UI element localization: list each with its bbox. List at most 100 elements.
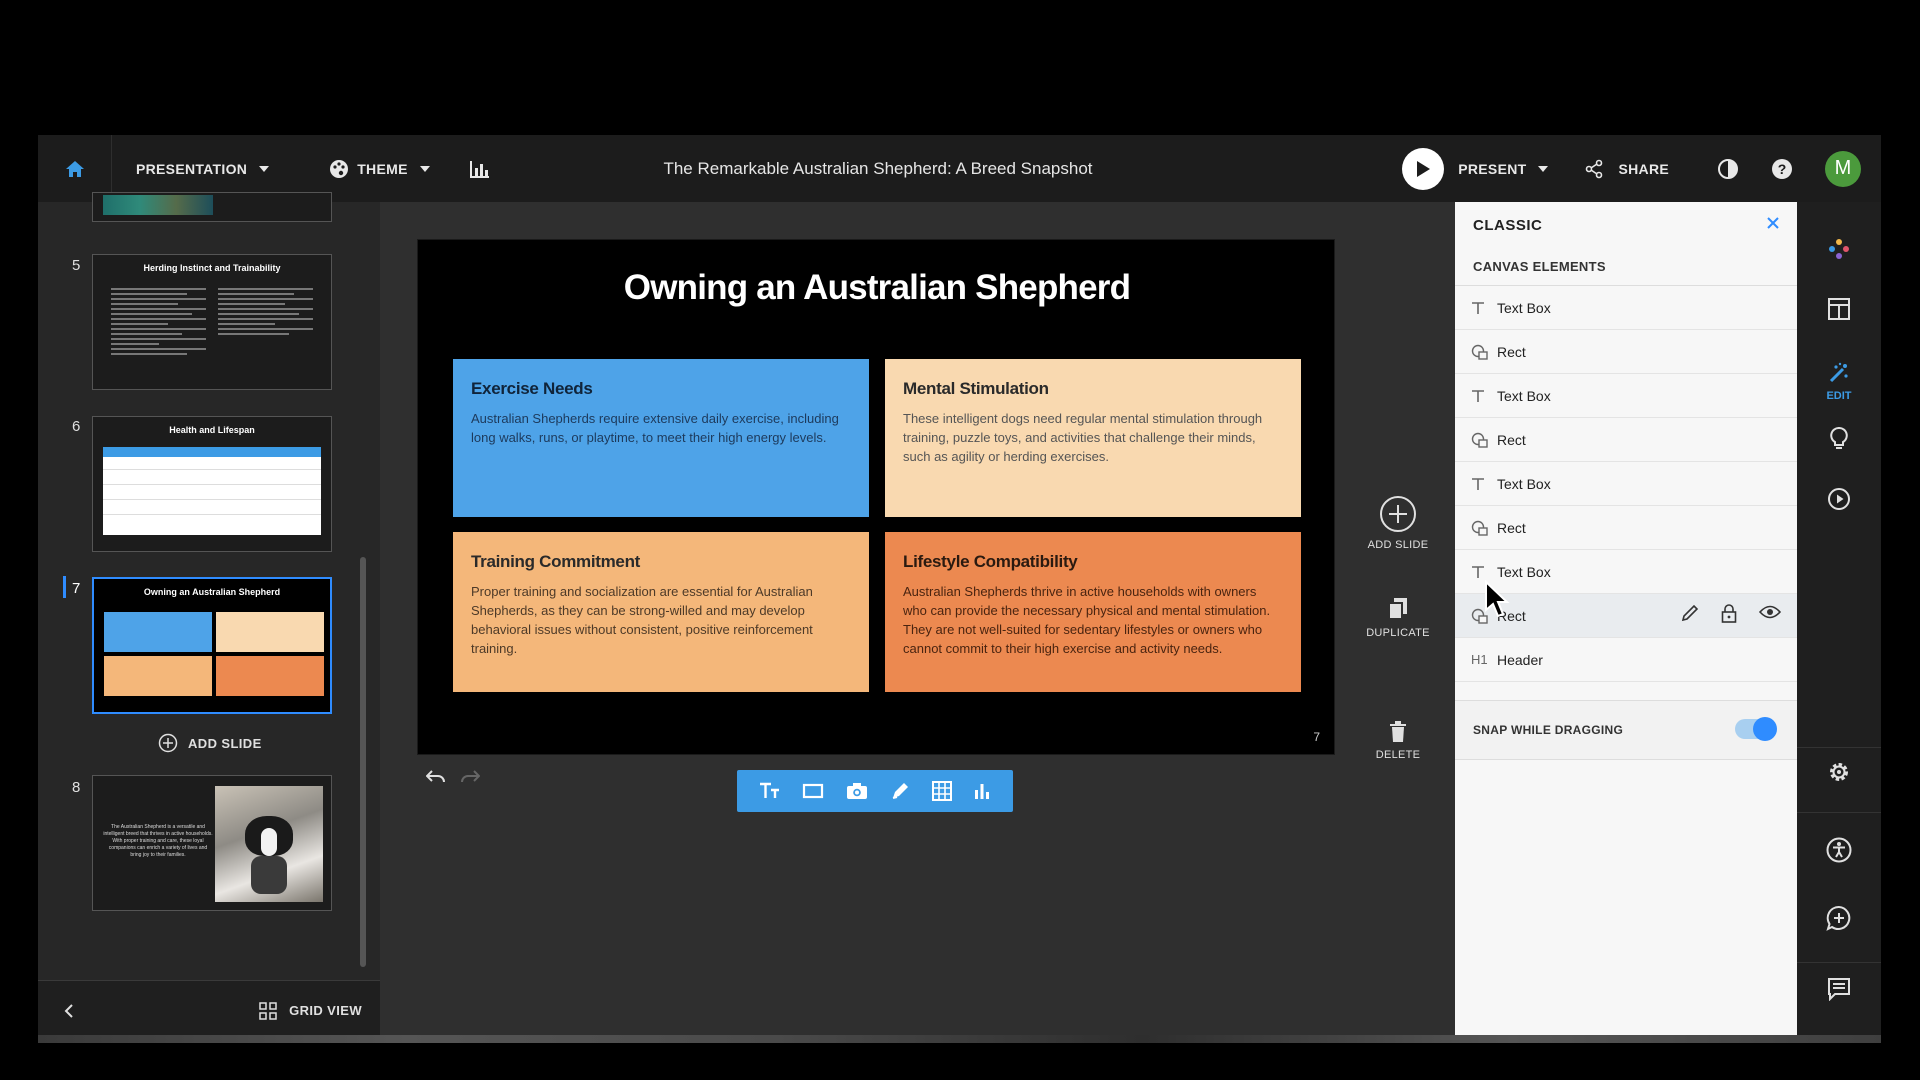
camera-icon[interactable]: [846, 782, 868, 800]
element-label: Text Box: [1497, 475, 1551, 492]
slide-thumbnail-text: [218, 285, 313, 338]
notes-button[interactable]: [1797, 977, 1881, 1001]
eye-icon[interactable]: [1759, 604, 1781, 620]
close-icon[interactable]: [1765, 215, 1781, 231]
palette-icon: [330, 159, 349, 178]
rectangle-icon[interactable]: [802, 783, 824, 799]
element-type-icon: [1471, 520, 1497, 536]
slide-number: 8: [72, 779, 81, 796]
slide-panel-scrollbar[interactable]: [360, 557, 366, 967]
element-type-icon: [1471, 389, 1497, 403]
settings-button[interactable]: [1797, 760, 1881, 784]
pencil-icon[interactable]: [1681, 604, 1699, 622]
element-type-icon: [1471, 477, 1497, 491]
trash-icon: [1390, 721, 1406, 742]
snap-while-dragging-row: SNAP WHILE DRAGGING: [1455, 700, 1797, 760]
ideas-button[interactable]: [1797, 427, 1881, 451]
home-icon: [65, 160, 84, 177]
slide-thumbnail-card: [216, 656, 324, 696]
slide-title[interactable]: Owning an Australian Shepherd: [418, 268, 1336, 308]
slide-page-number: 7: [1313, 730, 1320, 744]
layout-icon: [1828, 298, 1850, 320]
add-comment-button[interactable]: [1797, 905, 1881, 931]
element-type-icon: H1: [1471, 652, 1497, 667]
grid-icon: [259, 1001, 277, 1020]
element-label: Text Box: [1497, 563, 1551, 580]
presentation-menu[interactable]: PRESENTATION: [136, 160, 270, 177]
canvas-element-row[interactable]: Rect: [1455, 418, 1797, 462]
plus-circle-icon: [1380, 496, 1416, 532]
present-menu[interactable]: PRESENT: [1458, 160, 1549, 177]
undo-icon[interactable]: [426, 770, 446, 784]
shape-icon: [1471, 432, 1488, 448]
card-lifestyle-compatibility[interactable]: Lifestyle Compatibility Australian Sheph…: [885, 532, 1301, 692]
redo-icon[interactable]: [460, 770, 480, 784]
present-play-button[interactable]: [1402, 147, 1445, 190]
add-slide-label: ADD SLIDE: [188, 735, 262, 751]
delete-button[interactable]: DELETE: [1350, 721, 1446, 761]
slide-canvas[interactable]: Owning an Australian Shepherd Exercise N…: [417, 239, 1335, 755]
grid-view-label: GRID VIEW: [289, 1003, 362, 1018]
canvas-element-row[interactable]: Rect: [1455, 330, 1797, 374]
slide-thumbnail-4[interactable]: [92, 192, 332, 222]
slide-thumbnail-text: [111, 285, 206, 358]
toggle-knob: [1753, 717, 1777, 741]
text-icon[interactable]: [759, 782, 781, 800]
collapse-panel-icon[interactable]: [64, 1003, 74, 1018]
grid-view-button[interactable]: GRID VIEW: [259, 1001, 362, 1020]
canvas-element-row[interactable]: Text Box: [1455, 286, 1797, 330]
slide-thumbnail-6[interactable]: Health and Lifespan: [92, 416, 332, 552]
slide-thumbnail-title: Herding Instinct and Trainability: [143, 263, 281, 273]
card-mental-stimulation[interactable]: Mental Stimulation These intelligent dog…: [885, 359, 1301, 517]
element-type-icon: [1471, 565, 1497, 579]
sparkle-dots-icon: [1829, 239, 1849, 259]
element-label: Text Box: [1497, 387, 1551, 404]
element-type-icon: [1471, 301, 1497, 315]
theme-menu[interactable]: THEME: [329, 159, 430, 179]
lock-icon[interactable]: [1721, 604, 1737, 624]
pen-icon[interactable]: [890, 781, 910, 801]
theme-menu-label: THEME: [357, 160, 408, 177]
accessibility-button[interactable]: [1797, 837, 1881, 863]
slide-thumbnail-5[interactable]: Herding Instinct and Trainability: [92, 254, 332, 390]
canvas-element-row[interactable]: Rect: [1455, 506, 1797, 550]
chevron-down-icon: [259, 165, 270, 172]
chart-icon[interactable]: [973, 782, 991, 800]
panel-title: CLASSIC: [1473, 216, 1543, 234]
card-title: Lifestyle Compatibility: [903, 552, 1078, 571]
duplicate-icon: [1388, 598, 1407, 620]
canvas-element-row[interactable]: H1 Header: [1455, 638, 1797, 682]
layout-button[interactable]: [1797, 298, 1881, 320]
card-exercise-needs[interactable]: Exercise Needs Australian Shepherds requ…: [453, 359, 869, 517]
avatar[interactable]: M: [1825, 150, 1861, 187]
presentation-menu-label: PRESENTATION: [136, 160, 248, 177]
contrast-button[interactable]: [1717, 158, 1739, 180]
contrast-icon: [1718, 158, 1738, 179]
present-label: PRESENT: [1458, 160, 1527, 177]
slide-thumbnail-7[interactable]: Owning an Australian Shepherd: [92, 577, 332, 714]
card-body: These intelligent dogs need regular ment…: [903, 411, 1263, 464]
duplicate-button[interactable]: DUPLICATE: [1350, 597, 1446, 639]
canvas-element-row[interactable]: Text Box: [1455, 374, 1797, 418]
edit-tab[interactable]: EDIT: [1797, 362, 1881, 402]
slide-thumbnail-8[interactable]: The Australian Shepherd is a versatile a…: [92, 775, 332, 911]
ai-assistant-button[interactable]: [1797, 237, 1881, 261]
table-icon[interactable]: [931, 781, 952, 801]
add-slide-button[interactable]: ADD SLIDE: [158, 733, 262, 753]
top-bar-right: PRESENT SHARE ? M: [1402, 135, 1861, 202]
mouse-cursor-icon: [1485, 580, 1510, 618]
tool-rail: EDIT: [1797, 202, 1881, 1040]
add-slide-canvas-button[interactable]: ADD SLIDE: [1350, 495, 1446, 551]
share-button[interactable]: SHARE: [1584, 159, 1669, 179]
help-button[interactable]: ?: [1771, 158, 1793, 180]
animation-button[interactable]: [1797, 487, 1881, 511]
rail-divider: [1797, 812, 1881, 813]
duplicate-label: DUPLICATE: [1366, 627, 1430, 639]
text-type-icon: [1472, 301, 1484, 314]
gear-icon: [1830, 763, 1848, 781]
canvas-element-row[interactable]: Text Box: [1455, 462, 1797, 506]
analytics-button[interactable]: [469, 160, 490, 178]
snap-toggle[interactable]: [1735, 717, 1777, 741]
card-training-commitment[interactable]: Training Commitment Proper training and …: [453, 532, 869, 692]
rail-divider: [1797, 962, 1881, 963]
